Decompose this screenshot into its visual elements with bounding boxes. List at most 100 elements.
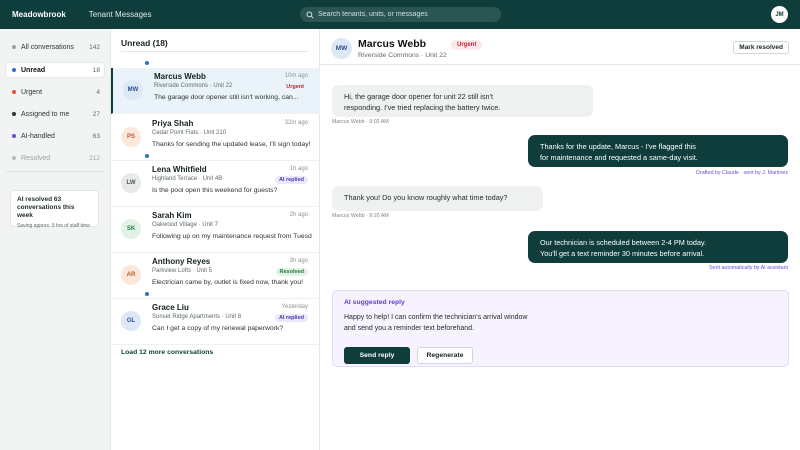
- conversation-time: 2h ago: [289, 212, 308, 218]
- sidebar-item-ai-handled[interactable]: AI-handled 63: [6, 129, 104, 143]
- message-outgoing: Thanks for the update, Marcus - I've fla…: [528, 135, 788, 167]
- ai-summary-subtitle: Saving approx. 9 hrs of staff time: [17, 223, 91, 229]
- mark-resolved-button[interactable]: Mark resolved: [733, 41, 789, 54]
- avatar: LW: [121, 173, 141, 193]
- sidebar-item-unread[interactable]: Unread 18: [6, 63, 104, 77]
- suggestion-line: Happy to help! I can confirm the technic…: [344, 314, 528, 321]
- message-line: You'll get a text reminder 30 minutes be…: [540, 249, 705, 258]
- conversation-property: Oakwood Village · Unit 7: [152, 222, 218, 228]
- conversation-time: 10m ago: [284, 73, 308, 79]
- regenerate-button[interactable]: Regenerate: [417, 347, 473, 364]
- sidebar-item-count: 63: [92, 132, 100, 140]
- dot-icon: [12, 112, 16, 116]
- conversation-property: Highland Terrace · Unit 4B: [152, 176, 223, 182]
- message-meta: Marcus Webb · 9:20 AM: [332, 213, 389, 219]
- load-more-link[interactable]: Load 12 more conversations: [121, 349, 213, 356]
- brand-logo[interactable]: Meadowbrook: [12, 10, 66, 19]
- sidebar-item-assigned[interactable]: Assigned to me 27: [6, 107, 104, 121]
- ai-summary-title: AI resolved 63 conversations this week: [17, 196, 75, 219]
- avatar: MW: [123, 80, 143, 100]
- message-meta: Sent automatically by AI assistant: [709, 265, 788, 271]
- conversation-time: Yesterday: [281, 304, 308, 310]
- sidebar-item-count: 212: [89, 154, 100, 162]
- message-line: Hi, the garage door opener for unit 22 s…: [344, 92, 494, 101]
- dot-icon: [12, 156, 16, 160]
- conversation-preview: The garage door opener still isn't worki…: [154, 94, 299, 101]
- conversation-property: Sunset Ridge Apartments · Unit 8: [152, 314, 242, 320]
- message-incoming: Hi, the garage door opener for unit 22 s…: [332, 85, 593, 117]
- conversation-time: 32m ago: [284, 120, 308, 126]
- conversation-preview: Thanks for sending the updated lease, I'…: [152, 141, 311, 148]
- dot-icon: [12, 68, 16, 72]
- dot-icon: [12, 134, 16, 138]
- conversation-name: Anthony Reyes: [152, 257, 211, 266]
- sidebar-item-resolved[interactable]: Resolved 212: [6, 151, 104, 165]
- conversation-property: Riverside Commons · Unit 22: [154, 83, 233, 89]
- conversation-property: Parkview Lofts · Unit 5: [152, 268, 213, 274]
- message-line: responding. I've tried replacing the bat…: [344, 103, 501, 112]
- sidebar-item-all[interactable]: All conversations 142: [6, 40, 104, 54]
- sidebar-item-label: Resolved: [21, 154, 51, 162]
- message-meta: Marcus Webb · 9:02 AM: [332, 119, 389, 125]
- conversation-name: Lena Whitfield: [152, 165, 207, 174]
- avatar: MW: [331, 38, 352, 59]
- message-incoming: Thank you! Do you know roughly what time…: [332, 186, 543, 211]
- search-input[interactable]: [318, 11, 488, 18]
- unread-dot-icon: [145, 154, 149, 158]
- unread-dot-icon: [145, 292, 149, 296]
- message-line: for maintenance and requested a same-day…: [540, 153, 698, 162]
- conversation-item[interactable]: GL Grace Liu Sunset Ridge Apartments · U…: [111, 299, 320, 345]
- chat-contact-name: Marcus Webb: [358, 38, 427, 50]
- sidebar-item-label: All conversations: [21, 43, 74, 51]
- divider: [121, 51, 308, 52]
- conversation-item[interactable]: PS Priya Shah Cedar Point Flats · Unit 2…: [111, 115, 320, 161]
- message-line: Our technician is scheduled between 2-4 …: [540, 238, 707, 247]
- sidebar: All conversations 142 Unread 18 Urgent 4…: [0, 29, 111, 450]
- message-meta: Drafted by Claude · sent by J. Martinez: [696, 170, 788, 176]
- sidebar-item-label: Urgent: [21, 88, 43, 96]
- conversation-time: 1h ago: [289, 166, 308, 172]
- sidebar-item-label: AI-handled: [21, 132, 55, 140]
- urgent-badge: Urgent: [451, 40, 483, 50]
- ai-summary-card: AI resolved 63 conversations this week S…: [10, 190, 99, 229]
- top-bar: Meadowbrook Tenant Messages JM: [0, 0, 800, 29]
- message-line: Thanks for the update, Marcus - I've fla…: [540, 142, 696, 151]
- conversation-item[interactable]: AR Anthony Reyes Parkview Lofts · Unit 5…: [111, 253, 320, 299]
- sidebar-item-count: 4: [96, 88, 100, 96]
- conversation-preview: Can I get a copy of my renewal paperwork…: [152, 325, 284, 332]
- chat-header: MW Marcus Webb Riverside Commons · Unit …: [320, 29, 800, 65]
- sidebar-item-urgent[interactable]: Urgent 4: [6, 85, 104, 99]
- conversation-name: Marcus Webb: [154, 72, 206, 81]
- suggestion-body: Happy to help! I can confirm the technic…: [344, 312, 544, 334]
- sidebar-item-count: 142: [89, 43, 100, 51]
- sidebar-item-label: Unread: [21, 66, 46, 74]
- suggestion-line: and send you a reminder text beforehand.: [344, 325, 474, 332]
- conversation-list: Unread (18) MW Marcus Webb Riverside Com…: [111, 29, 320, 450]
- status-badge: Resolved: [275, 268, 308, 276]
- avatar: PS: [121, 127, 141, 147]
- conversation-preview: Electrician came by, outlet is fixed now…: [152, 279, 303, 286]
- conversation-item[interactable]: MW Marcus Webb Riverside Commons · Unit …: [111, 68, 320, 114]
- sidebar-item-count: 27: [92, 110, 100, 118]
- conversation-time: 3h ago: [289, 258, 308, 264]
- conversation-preview: Is the pool open this weekend for guests…: [152, 187, 278, 194]
- chat-contact-property: Riverside Commons · Unit 22: [358, 52, 447, 59]
- chat-panel: MW Marcus Webb Riverside Commons · Unit …: [320, 29, 800, 450]
- user-avatar[interactable]: JM: [771, 6, 788, 23]
- suggestion-header: AI suggested reply: [344, 299, 405, 306]
- conversation-name: Grace Liu: [152, 303, 189, 312]
- conversation-item[interactable]: LW Lena Whitfield Highland Terrace · Uni…: [111, 161, 320, 207]
- nav-title[interactable]: Tenant Messages: [89, 10, 152, 19]
- conversation-item[interactable]: SK Sarah Kim Oakwood Village · Unit 7 Fo…: [111, 207, 320, 253]
- message-outgoing: Our technician is scheduled between 2-4 …: [528, 231, 788, 263]
- conversation-preview: Following up on my maintenance request f…: [152, 233, 312, 240]
- status-badge: Urgent: [286, 84, 304, 90]
- avatar: GL: [121, 311, 141, 331]
- search-box[interactable]: [300, 7, 501, 22]
- sidebar-item-label: Assigned to me: [21, 110, 70, 118]
- send-reply-button[interactable]: Send reply: [344, 347, 410, 364]
- conversation-property: Cedar Point Flats · Unit 210: [152, 130, 227, 136]
- status-badge: AI replied: [274, 176, 308, 184]
- list-header: Unread (18): [121, 38, 168, 48]
- avatar: SK: [121, 219, 141, 239]
